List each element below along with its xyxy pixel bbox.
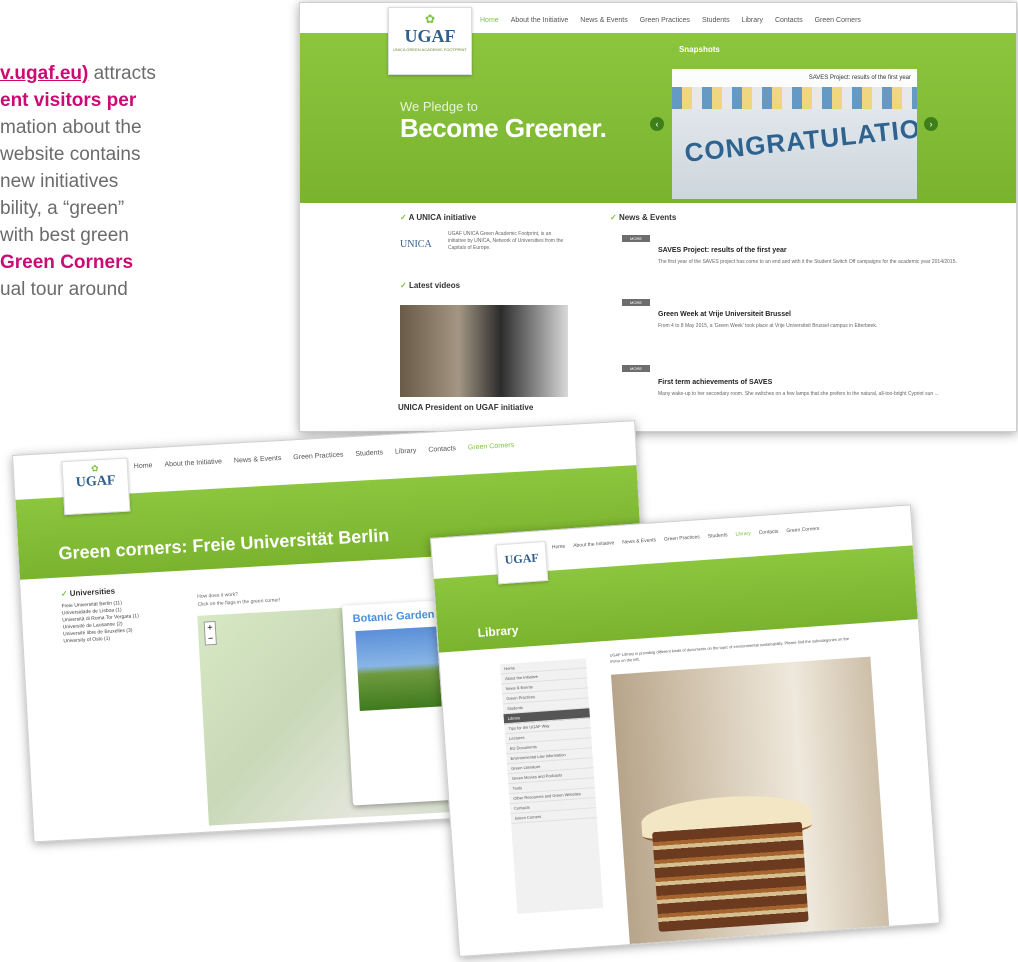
popup-title: Botanic Garden (352, 608, 435, 626)
intro-line-2: ent visitors per (0, 90, 137, 111)
page-title: Library (477, 623, 519, 640)
unica-logo: UNICA (400, 239, 432, 250)
nav-practices[interactable]: Green Practices (640, 17, 690, 24)
news-text: The first year of the SAVES project has … (658, 259, 957, 265)
intro-line-5: new initiatives (0, 171, 119, 192)
slideshow[interactable]: SAVES Project: results of the first year… (672, 69, 917, 199)
intro-line-8: Green Corners (0, 252, 134, 273)
universities-heading: ✓ Universities (60, 586, 116, 599)
nav-practices[interactable]: Green Practices (664, 534, 700, 542)
sidebar-menu: Home About the Initiative News & Events … (499, 658, 604, 914)
video-caption[interactable]: UNICA President on UGAF initiative (398, 403, 533, 412)
nav-about[interactable]: About the Initiative (164, 458, 222, 468)
nav-home[interactable]: Home (480, 17, 499, 24)
nav-corners[interactable]: Green Corners (786, 526, 819, 534)
intro-line-4: website contains (0, 144, 141, 165)
prev-arrow-icon[interactable]: ‹ (650, 117, 664, 131)
leaf-icon: ✿ (424, 12, 436, 26)
news-heading: ✓ News & Events (610, 213, 677, 222)
intro-line-7: with best green (0, 225, 129, 246)
news-text: Many wake-up to her secondary room. She … (658, 391, 939, 397)
library-screenshot: Home About the Initiative News & Events … (430, 504, 941, 957)
intro-line-3: mation about the (0, 117, 142, 138)
book-stack (652, 821, 809, 932)
news-more-tag[interactable]: MORE (622, 235, 650, 242)
slide-banner: CONGRATULATIONS! (683, 108, 917, 168)
nav-library[interactable]: Library (742, 17, 763, 24)
nav-home[interactable]: Home (134, 462, 153, 470)
nav-about[interactable]: About the Initiative (573, 540, 614, 549)
nav-students[interactable]: Students (702, 17, 730, 24)
ugaf-logo[interactable]: ✿ UGAF (61, 457, 131, 516)
nav-home[interactable]: Home (552, 544, 566, 551)
news-more-tag[interactable]: MORE (622, 299, 650, 306)
library-image (610, 656, 890, 945)
nav-contacts[interactable]: Contacts (428, 445, 456, 454)
nav-corners[interactable]: Green Corners (815, 17, 861, 24)
pledge-small: We Pledge to (400, 99, 478, 114)
intro-line-6: bility, a “green” (0, 198, 125, 219)
nav-news[interactable]: News & Events (622, 537, 656, 545)
zoom-controls[interactable]: + − (203, 620, 217, 646)
nav-news[interactable]: News & Events (580, 17, 627, 24)
nav-about[interactable]: About the Initiative (511, 17, 569, 24)
nav-corners[interactable]: Green Corners (468, 442, 515, 452)
ugaf-logo[interactable]: ✿ UGAF UNICA GREEN ACADEMIC FOOTPRINT (388, 7, 472, 75)
nav-library[interactable]: Library (395, 447, 417, 455)
video-thumbnail[interactable] (400, 305, 568, 397)
top-nav: Home About the Initiative News & Events … (552, 526, 820, 551)
leaf-icon: ✓ (670, 45, 679, 54)
news-title[interactable]: Green Week at Vrije Universiteit Brussel (658, 311, 791, 318)
pledge-big: Become Greener. (400, 113, 607, 143)
news-title[interactable]: SAVES Project: results of the first year (658, 247, 787, 254)
next-arrow-icon[interactable]: › (924, 117, 938, 131)
slide-caption: SAVES Project: results of the first year (672, 69, 917, 87)
intro-line-9: ual tour around (0, 279, 128, 300)
snapshots-title: ✓ Snapshots (670, 45, 720, 54)
universities-list: Freie Universität Berlin (11) Universida… (61, 599, 140, 645)
videos-heading: ✓ Latest videos (400, 281, 461, 290)
nav-contacts[interactable]: Contacts (759, 529, 779, 536)
ugaf-logo[interactable]: UGAF (495, 540, 549, 585)
website-link[interactable]: v.ugaf.eu) (0, 63, 88, 84)
nav-news[interactable]: News & Events (234, 455, 282, 465)
bunting-decoration (672, 87, 917, 109)
unica-heading: ✓ A UNICA initiative (400, 213, 477, 222)
homepage-screenshot: Home About the Initiative News & Events … (299, 2, 1017, 432)
nav-practices[interactable]: Green Practices (293, 452, 344, 462)
news-title[interactable]: First term achievements of SAVES (658, 379, 772, 386)
nav-students[interactable]: Students (355, 449, 383, 458)
nav-students[interactable]: Students (708, 532, 728, 539)
nav-library[interactable]: Library (735, 531, 751, 538)
news-more-tag[interactable]: MORE (622, 365, 650, 372)
nav-contacts[interactable]: Contacts (775, 17, 803, 24)
news-text: From 4 to 8 May 2015, a 'Green Week' too… (658, 323, 878, 329)
top-nav: Home About the Initiative News & Events … (480, 17, 861, 24)
unica-text: UGAF UNICA Green Academic Footprint, is … (448, 231, 564, 251)
intro-line-1: v.ugaf.eu) attracts (0, 63, 156, 84)
top-nav: Home About the Initiative News & Events … (134, 442, 515, 470)
intro-text: v.ugaf.eu) attracts ent visitors per mat… (0, 60, 300, 303)
